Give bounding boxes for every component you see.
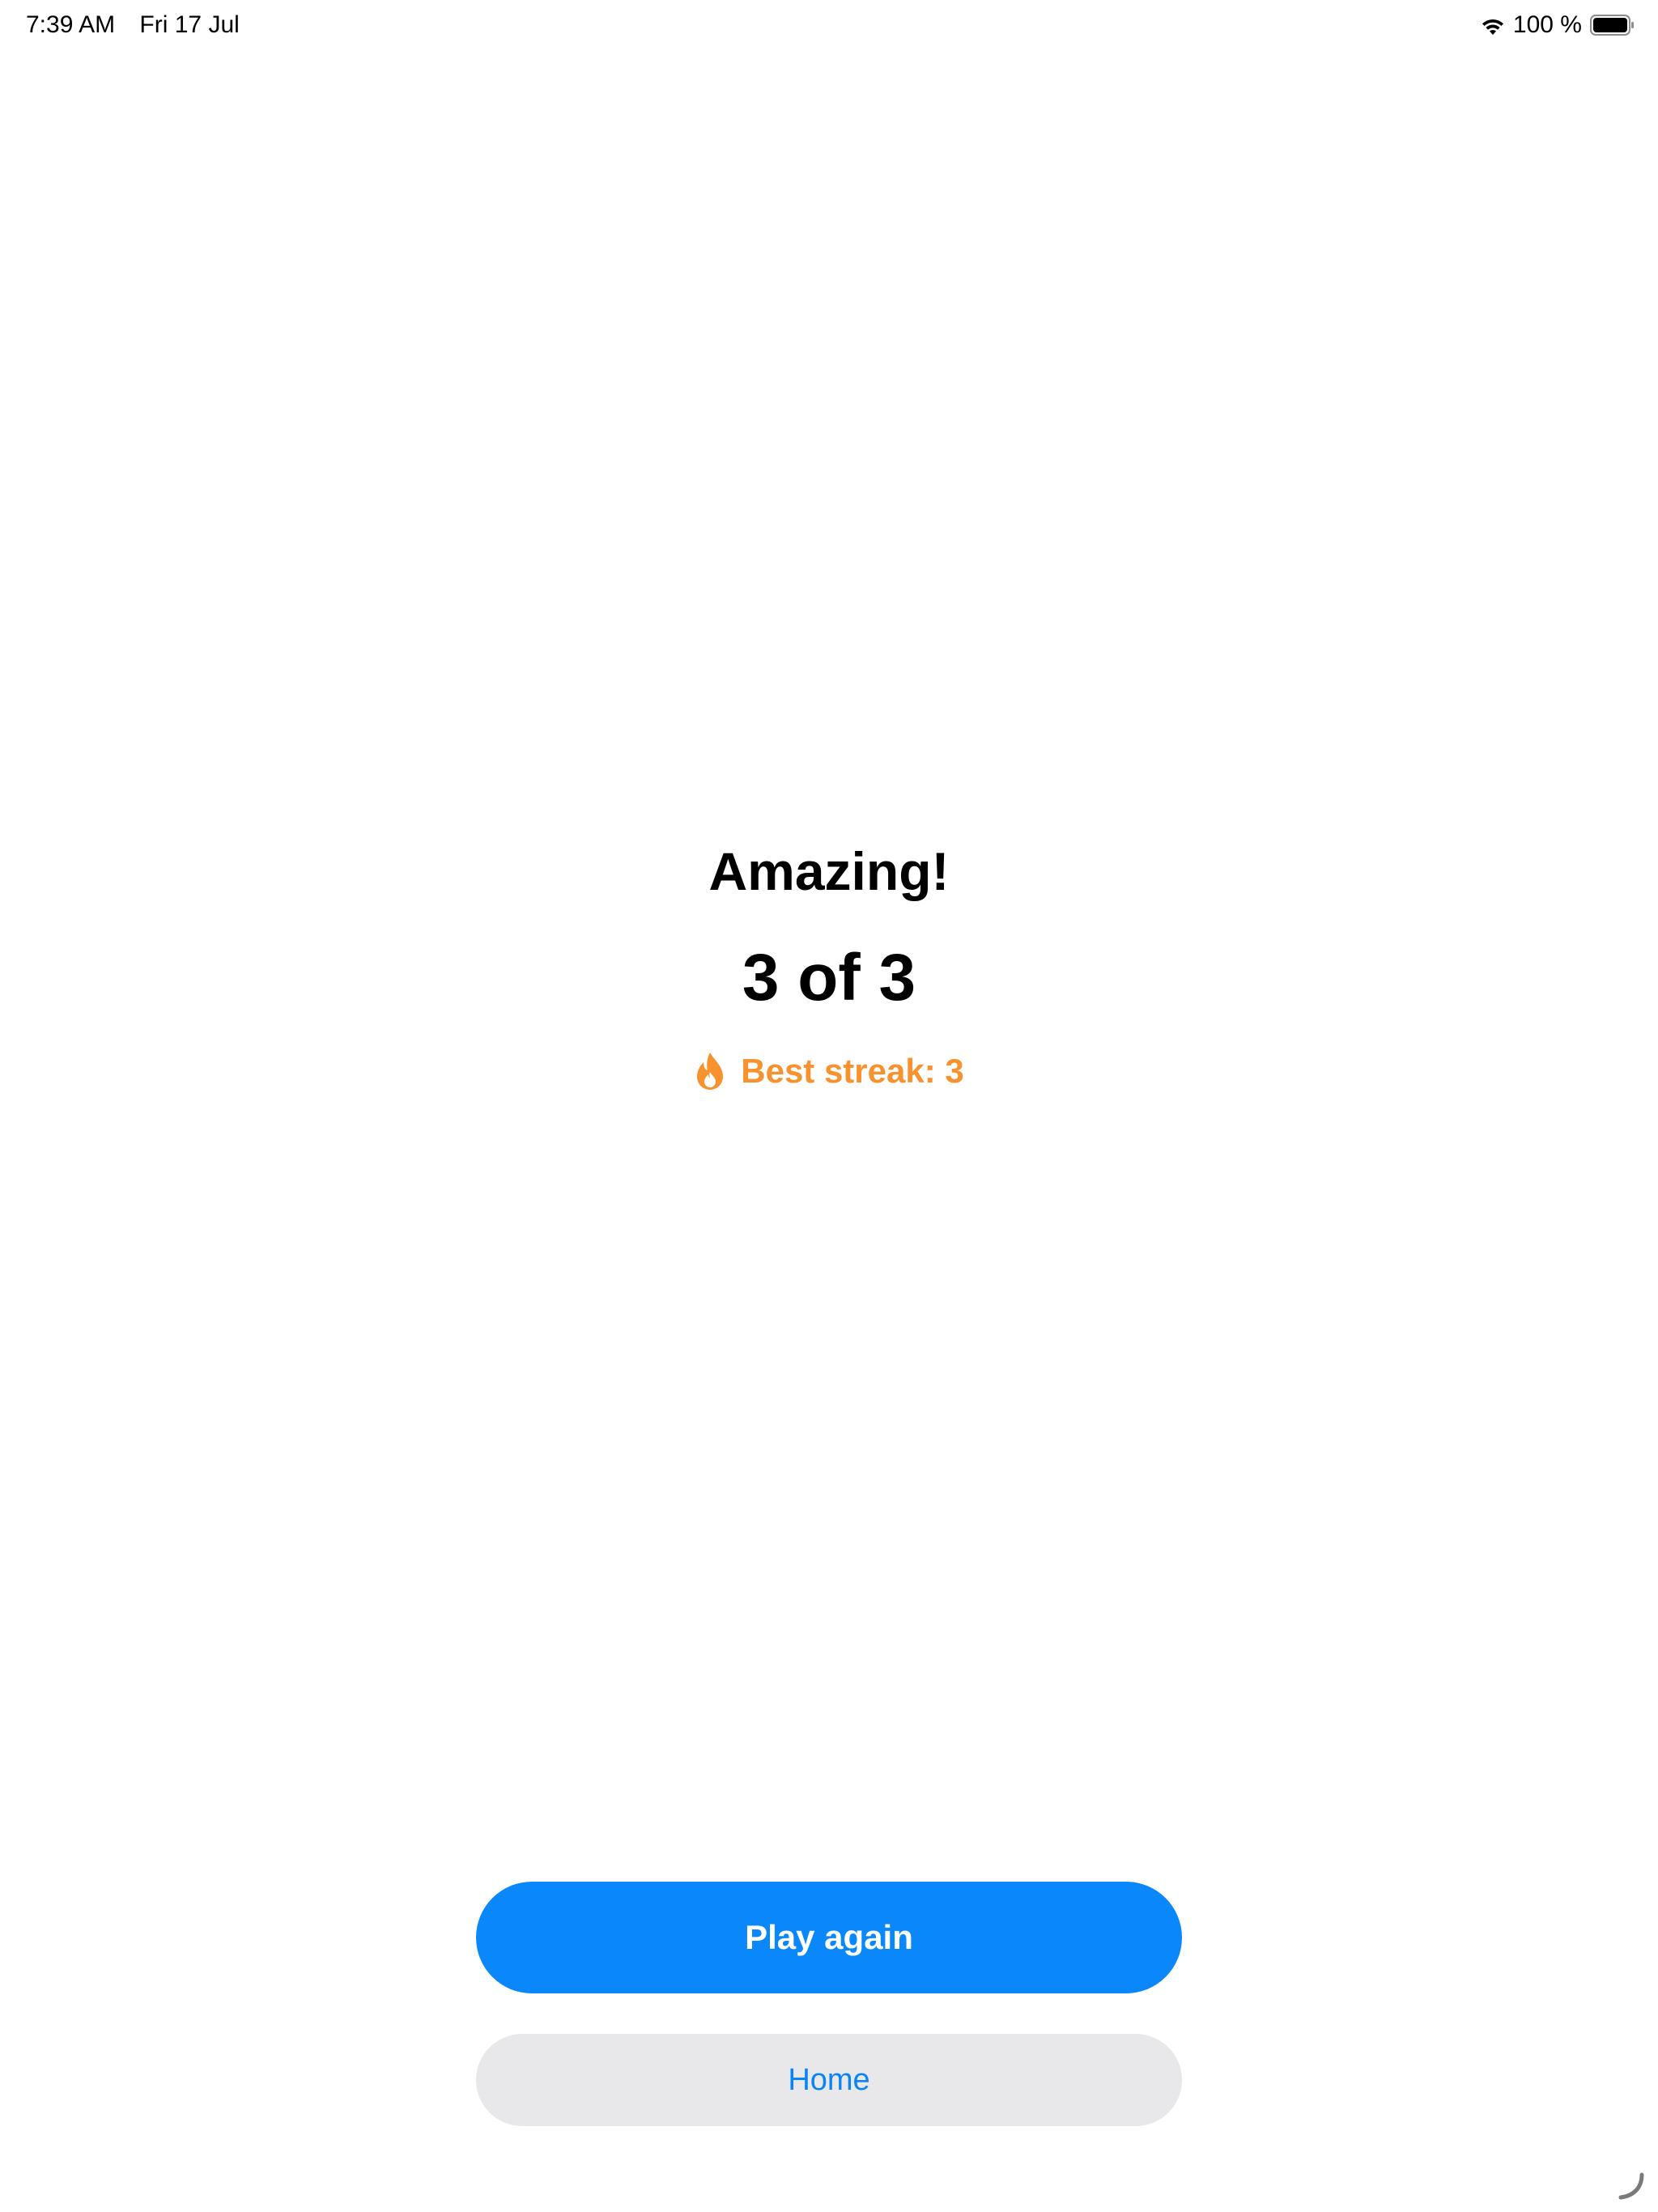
status-time: 7:39 AM <box>26 11 116 38</box>
status-bar: 7:39 AM Fri 17 Jul 100 % <box>0 0 1658 52</box>
flame-icon <box>694 1051 726 1091</box>
resize-handle-icon[interactable] <box>1614 2170 1647 2202</box>
best-streak-label: Best streak: 3 <box>741 1052 964 1090</box>
result-summary: Amazing! 3 of 3 Best streak: 3 <box>0 834 1658 1095</box>
status-date: Fri 17 Jul <box>139 11 240 38</box>
result-score: 3 of 3 <box>742 941 916 1015</box>
wifi-icon <box>1481 15 1505 35</box>
battery-icon <box>1590 15 1635 36</box>
result-headline: Amazing! <box>708 841 950 901</box>
best-streak: Best streak: 3 <box>694 1051 964 1091</box>
home-button[interactable]: Home <box>476 2034 1182 2126</box>
result-screen: 7:39 AM Fri 17 Jul 100 % Amazing! 3 of 3… <box>0 0 1658 2212</box>
status-indicators: 100 % <box>1481 11 1635 39</box>
status-time-date: 7:39 AM Fri 17 Jul <box>26 11 240 39</box>
battery-percent: 100 % <box>1512 11 1582 38</box>
play-again-button[interactable]: Play again <box>476 1882 1182 1993</box>
